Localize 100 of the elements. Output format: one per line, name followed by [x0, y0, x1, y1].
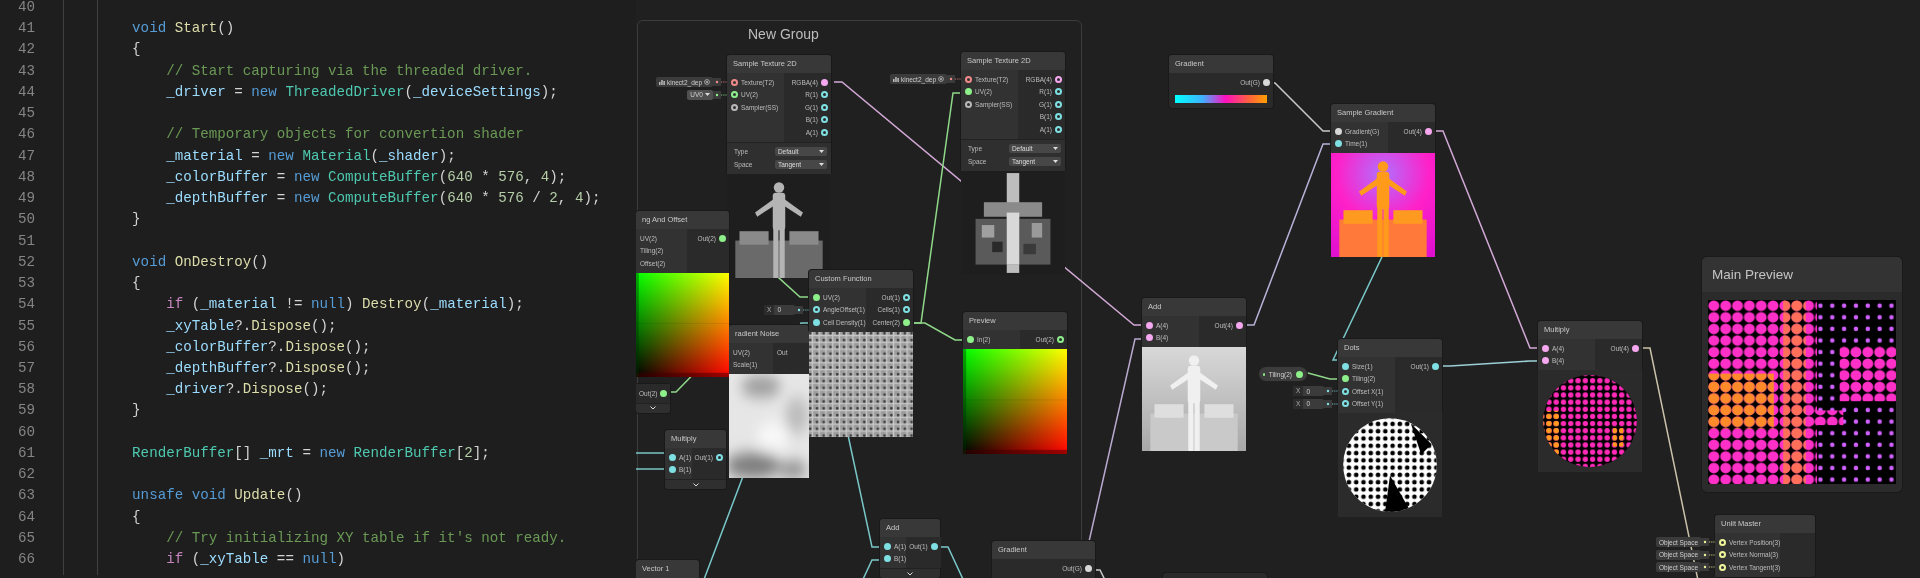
port-icon[interactable]	[884, 542, 891, 550]
code-line: unsafe void Update()	[131, 486, 303, 506]
port-icon[interactable]	[965, 100, 972, 108]
port-icon[interactable]	[1632, 344, 1639, 352]
target-icon[interactable]	[704, 79, 710, 86]
port-icon[interactable]	[1342, 375, 1349, 383]
caret-icon	[819, 149, 824, 153]
port-icon[interactable]	[903, 318, 910, 326]
texture-icon	[892, 76, 899, 82]
caret-icon	[819, 163, 824, 167]
port-icon[interactable]	[1342, 362, 1349, 370]
code-line: void Start()	[131, 19, 235, 39]
port-icon[interactable]	[1055, 88, 1062, 96]
connector-icon	[1324, 398, 1338, 409]
line-number: 61	[16, 443, 35, 463]
line-number: 54	[16, 295, 35, 315]
line-number: 65	[16, 528, 35, 548]
texture-icon	[658, 79, 665, 85]
line-number: 47	[16, 146, 35, 166]
port-icon[interactable]	[1335, 127, 1342, 135]
connector-icon	[1324, 386, 1338, 397]
code-line: }	[131, 210, 141, 230]
port-icon[interactable]	[1425, 127, 1432, 135]
code-line: _depthBuffer?.Dispose();	[165, 359, 371, 378]
port-icon[interactable]	[903, 306, 910, 314]
port-icon[interactable]	[903, 293, 910, 301]
port-icon[interactable]	[1342, 387, 1349, 395]
port-icon[interactable]	[930, 542, 938, 550]
code-line: _material = new Material(_shader);	[165, 146, 456, 166]
line-number: 53	[16, 274, 35, 294]
line-number: 48	[16, 167, 35, 187]
port-icon[interactable]	[1263, 78, 1270, 86]
line-number: 57	[16, 359, 35, 378]
port-icon[interactable]	[821, 91, 828, 99]
code-line: }	[131, 401, 141, 421]
connector-icon	[1701, 562, 1715, 573]
port-icon[interactable]	[1055, 75, 1062, 83]
chevron-icon[interactable]	[692, 482, 699, 487]
port-icon[interactable]	[965, 75, 972, 83]
line-number: 60	[16, 422, 35, 442]
port-icon[interactable]	[1542, 344, 1549, 352]
port-icon[interactable]	[1055, 125, 1062, 133]
caret-icon	[1053, 146, 1058, 150]
port-icon[interactable]	[1236, 321, 1243, 329]
port-icon[interactable]	[716, 453, 723, 461]
target-icon[interactable]	[938, 76, 944, 83]
chevron-icon[interactable]	[650, 406, 656, 410]
port-icon[interactable]	[731, 91, 738, 99]
port-icon[interactable]	[821, 78, 828, 86]
port-icon[interactable]	[1057, 335, 1064, 343]
port-icon[interactable]	[1432, 362, 1439, 370]
port-icon[interactable]	[1335, 140, 1342, 148]
port-icon[interactable]	[1296, 370, 1303, 378]
port-icon[interactable]	[813, 306, 820, 314]
port-icon[interactable]	[669, 466, 676, 474]
port-icon[interactable]	[813, 293, 820, 301]
line-number: 63	[16, 486, 35, 506]
line-number: 52	[16, 252, 35, 272]
code-line: _colorBuffer = new ComputeBuffer(640 * 576, 4);	[165, 167, 567, 187]
connector-icon	[713, 89, 727, 100]
port-icon[interactable]	[1085, 564, 1092, 572]
line-number: 46	[16, 125, 35, 145]
line-number: 59	[16, 401, 35, 421]
code-line: _driver?.Dispose();	[165, 380, 328, 400]
line-number: 40	[16, 0, 35, 17]
port-icon[interactable]	[669, 453, 676, 461]
code-line: // Start capturing via the threaded driver.	[165, 61, 533, 81]
line-number: 42	[16, 40, 35, 60]
code-line: // Temporary objects for convertion shader	[165, 125, 524, 145]
port-icon[interactable]	[967, 335, 974, 343]
code-line: if (_xyTable == null)	[165, 550, 345, 570]
port-icon[interactable]	[884, 555, 891, 563]
port-icon[interactable]	[731, 103, 738, 111]
line-number: 44	[16, 82, 35, 102]
port-icon[interactable]	[1542, 357, 1549, 365]
line-number: 64	[16, 507, 35, 527]
port-icon[interactable]	[660, 389, 668, 397]
code-line: _colorBuffer?.Dispose();	[165, 337, 371, 357]
port-icon[interactable]	[821, 116, 828, 124]
port-icon[interactable]	[813, 318, 820, 326]
port-icon[interactable]	[1342, 400, 1349, 408]
line-number: 41	[16, 19, 35, 39]
line-number: 43	[16, 61, 35, 81]
code-line: _depthBuffer = new ComputeBuffer(640 * 576 / 2, 4);	[165, 189, 601, 209]
line-number: 51	[16, 231, 35, 251]
chevron-icon[interactable]	[907, 571, 913, 576]
line-number: 58	[16, 380, 35, 400]
port-icon[interactable]	[1146, 334, 1153, 342]
connector-icon	[713, 77, 727, 88]
gradient-bar[interactable]	[1175, 94, 1267, 103]
connector-wire	[636, 468, 666, 470]
port-icon[interactable]	[719, 234, 726, 242]
port-icon[interactable]	[965, 88, 972, 96]
port-icon[interactable]	[1055, 113, 1062, 121]
port-icon[interactable]	[1146, 321, 1153, 329]
port-icon[interactable]	[731, 78, 738, 86]
port-icon[interactable]	[821, 128, 828, 136]
port-icon[interactable]	[821, 103, 828, 111]
port-icon[interactable]	[1055, 100, 1062, 108]
connector-icon	[795, 304, 809, 315]
